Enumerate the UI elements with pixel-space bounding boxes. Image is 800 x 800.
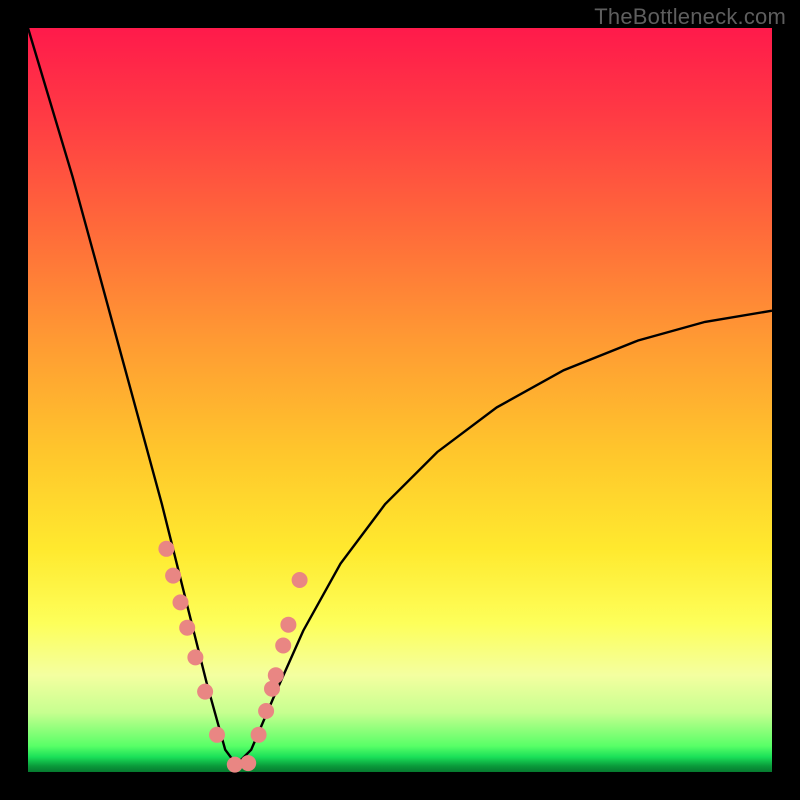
highlight-dot [251,727,267,743]
highlight-dot [275,638,291,654]
highlight-dot [240,755,256,771]
highlight-dot [187,649,203,665]
highlight-dot [209,727,225,743]
highlight-dot [197,684,213,700]
highlight-dot [264,681,280,697]
highlight-dots-group [158,541,307,773]
highlight-dot [165,568,181,584]
highlight-dot [268,667,284,683]
highlight-dot [173,594,189,610]
chart-svg [28,28,772,772]
bottleneck-curve [28,28,772,765]
plot-area [28,28,772,772]
highlight-dot [158,541,174,557]
highlight-dot [179,620,195,636]
highlight-dot [258,703,274,719]
watermark-text: TheBottleneck.com [594,4,786,30]
chart-frame: TheBottleneck.com [0,0,800,800]
highlight-dot [280,617,296,633]
highlight-dot [292,572,308,588]
